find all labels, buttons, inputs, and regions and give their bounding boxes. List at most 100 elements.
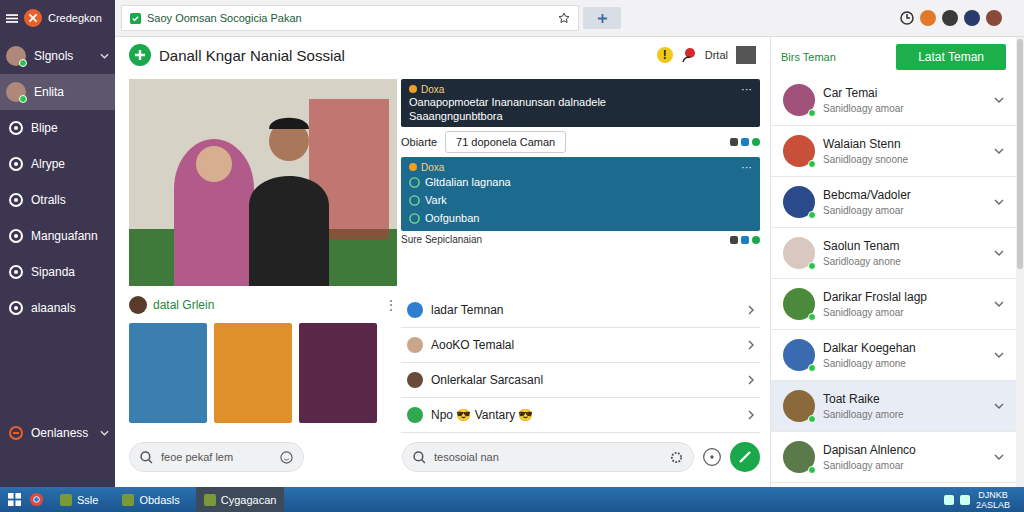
more-button[interactable]: ··· — [741, 83, 752, 95]
star-icon[interactable] — [558, 12, 570, 24]
timer-button[interactable] — [702, 447, 722, 467]
chevron-down-icon[interactable] — [994, 250, 1004, 256]
detail-link[interactable]: Drtal — [705, 49, 728, 61]
gallery-card[interactable] — [214, 323, 292, 423]
avatar-icon[interactable] — [920, 10, 936, 26]
emoji-icon[interactable] — [280, 451, 293, 464]
chevron-down-icon[interactable] — [994, 97, 1004, 103]
chevron-down-icon — [100, 430, 109, 436]
chat-icon — [409, 213, 420, 224]
menu-icon — [9, 193, 23, 207]
taskbar-item[interactable]: Obdasls — [114, 487, 187, 512]
gear-icon[interactable] — [670, 451, 683, 464]
reaction-chip[interactable]: 71 doponela Caman — [445, 131, 566, 153]
chevron-down-icon[interactable] — [994, 148, 1004, 154]
scrollbar[interactable] — [1016, 37, 1024, 487]
chat-icon — [409, 177, 420, 188]
sidebar-item[interactable]: Blipe — [0, 110, 115, 146]
friend-avatar-icon — [783, 237, 815, 269]
post-item[interactable]: Vark — [409, 191, 752, 209]
link-row[interactable]: Npo 😎 Vantary 😎 — [401, 398, 760, 433]
friend-row[interactable]: Dapisan Alnlenco Sanidloagy amoar — [771, 432, 1016, 483]
link-row[interactable]: AooKO Temalal — [401, 328, 760, 363]
friend-status: Sanidloagy amoar — [823, 460, 986, 471]
search-icon — [413, 451, 426, 464]
taskbar-item[interactable]: Ssle — [52, 487, 106, 512]
friend-row[interactable]: Car Temai Sanidloagy amoar — [771, 75, 1016, 126]
search-input[interactable] — [159, 450, 274, 464]
sidebar-item[interactable]: Otralls — [0, 182, 115, 218]
friend-row[interactable]: Toat Raike Sanidloagy amore — [771, 381, 1016, 432]
reaction-icons — [730, 138, 760, 146]
start-icon[interactable] — [8, 493, 21, 506]
friend-row[interactable]: Saolun Tenam Saridloagy anone — [771, 228, 1016, 279]
sidebar-item[interactable]: Slgnols — [0, 38, 115, 74]
reaction-label: Obiarte — [401, 136, 437, 148]
sidebar-item[interactable]: Manguafann — [0, 218, 115, 254]
post-text: Saaangngunbtbora — [409, 109, 752, 123]
avatar-icon[interactable] — [964, 10, 980, 26]
sidebar-nav: Slgnols Enlita Blipe Alrype Otralls Mang… — [0, 36, 115, 415]
chevron-down-icon[interactable] — [994, 301, 1004, 307]
sidebar-item[interactable]: alaanals — [0, 290, 115, 326]
chevron-down-icon[interactable] — [994, 454, 1004, 460]
sidebar-footer-item[interactable]: Oenlaness — [0, 415, 115, 451]
hamburger-icon[interactable] — [6, 13, 18, 24]
friend-row[interactable]: Dalkar Koegehan Sanidloagy amone — [771, 330, 1016, 381]
network-icon[interactable] — [944, 495, 954, 505]
friend-avatar-icon — [783, 441, 815, 473]
more-button[interactable]: ··· — [741, 161, 752, 173]
chevron-down-icon[interactable] — [994, 199, 1004, 205]
puzzle-icon — [597, 13, 608, 24]
app-window: Credegkon Slgnols Enlita Blipe Alrype Ot… — [0, 0, 1024, 487]
friend-name: Car Temai — [823, 86, 986, 100]
post-item[interactable]: Gltdalian lagnana — [409, 173, 752, 191]
link-row[interactable]: Onlerkalar Sarcasanl — [401, 363, 760, 398]
add-friend-button[interactable]: Latat Teman — [896, 44, 1006, 70]
taskbar-item[interactable]: Cygagacan — [196, 487, 285, 512]
sidebar-item[interactable]: Alrype — [0, 146, 115, 182]
volume-icon[interactable] — [960, 495, 970, 505]
gallery-cards — [129, 323, 397, 423]
friend-status: Sanidloagy amoar — [823, 103, 986, 114]
chevron-down-icon[interactable] — [994, 403, 1004, 409]
message-input[interactable] — [432, 450, 664, 464]
chat-card[interactable]: Doxa ··· Oanapopmoetar Inananunsan dalna… — [401, 79, 760, 127]
extension-button[interactable] — [583, 7, 621, 29]
notification-icon[interactable] — [681, 47, 697, 63]
friend-row[interactable]: Darikar Froslal lagp Sanidloagy amoar — [771, 279, 1016, 330]
chevron-down-icon[interactable] — [994, 352, 1004, 358]
send-button[interactable] — [730, 442, 760, 472]
link-avatar-icon — [407, 407, 423, 423]
message-field[interactable] — [402, 442, 694, 472]
gallery-card[interactable] — [299, 323, 377, 423]
thumbnail-icon[interactable] — [736, 46, 756, 64]
gallery-card[interactable] — [129, 323, 207, 423]
people-photo — [129, 79, 397, 286]
search-field[interactable] — [129, 442, 304, 472]
browser-icon[interactable] — [29, 492, 44, 507]
avatar-icon[interactable] — [942, 10, 958, 26]
system-tray: DJNKB2ASLAB — [944, 490, 1016, 510]
chat-card[interactable]: Doxa ··· Gltdalian lagnana Vark Oofgunba… — [401, 157, 760, 231]
chevron-down-icon — [100, 53, 109, 59]
friend-status: Sanidloagy amoar — [823, 205, 986, 216]
sidebar-item[interactable]: Sipanda — [0, 254, 115, 290]
content: Saoy Oomsan Socogicia Pakan Danall Kngar… — [115, 0, 1024, 487]
address-bar[interactable]: Saoy Oomsan Socogicia Pakan — [121, 5, 579, 31]
alert-badge[interactable]: ! — [657, 47, 673, 63]
clock-icon[interactable] — [900, 11, 914, 25]
feature-row: Doxa ··· Oanapopmoetar Inananunsan dalna… — [129, 79, 760, 287]
post-item[interactable]: Oofgunban — [409, 209, 752, 227]
brand: Credegkon — [0, 0, 115, 36]
link-row[interactable]: ladar Temnan — [401, 293, 760, 328]
friend-status: Sanidloagy amoar — [823, 307, 986, 318]
avatar-icon[interactable] — [986, 10, 1002, 26]
add-icon[interactable] — [129, 44, 151, 66]
screen: Credegkon Slgnols Enlita Blipe Alrype Ot… — [0, 0, 1024, 512]
sidebar-item[interactable]: Enlita — [0, 74, 115, 110]
friend-row[interactable]: Bebcma/Vadoler Sanidloagy amoar — [771, 177, 1016, 228]
more-button[interactable]: ⋮ — [385, 298, 397, 312]
friend-row[interactable]: Walaian Stenn Sanidloagy snoone — [771, 126, 1016, 177]
sidebar: Credegkon Slgnols Enlita Blipe Alrype Ot… — [0, 0, 115, 487]
